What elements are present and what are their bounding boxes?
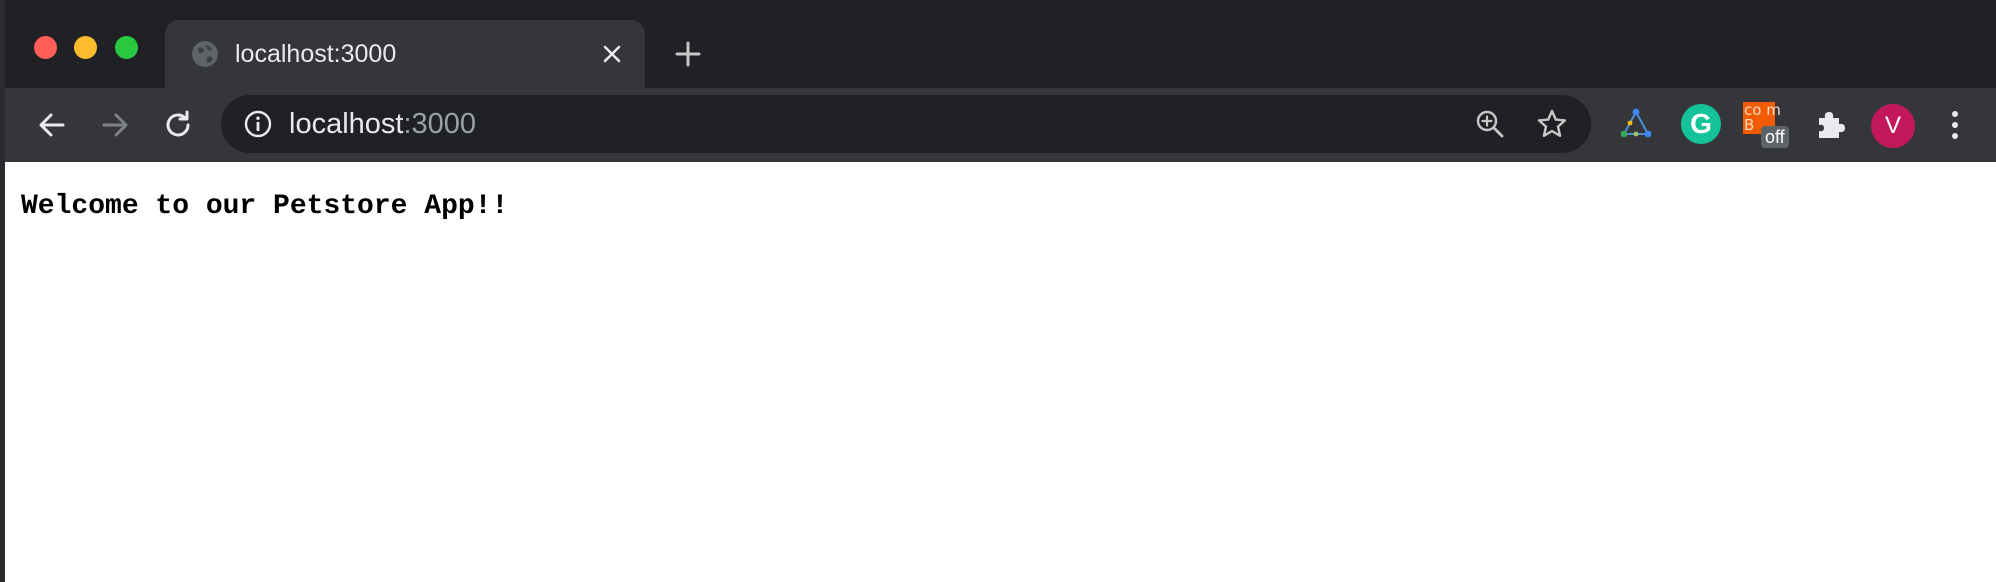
page-content: Welcome to our Petstore App!!	[5, 162, 1996, 582]
maximize-window-button[interactable]	[115, 36, 138, 59]
url-text[interactable]: localhost:3000	[289, 107, 476, 141]
close-window-button[interactable]	[34, 36, 57, 59]
browser-toolbar: localhost:3000 G co m B off V	[5, 88, 1996, 162]
tab-title: localhost:3000	[235, 40, 397, 68]
info-icon[interactable]	[243, 109, 273, 139]
zoom-in-icon[interactable]	[1474, 108, 1506, 140]
reload-button[interactable]	[157, 104, 199, 146]
more-vert-icon[interactable]	[1941, 104, 1969, 146]
close-icon[interactable]	[598, 40, 626, 68]
tab-strip: localhost:3000	[5, 0, 1996, 88]
browser-tab[interactable]: localhost:3000	[165, 20, 645, 88]
extension-status-badge: off	[1761, 126, 1789, 148]
profile-avatar[interactable]: V	[1871, 104, 1915, 148]
grammarly-extension-button[interactable]: G	[1681, 104, 1721, 144]
arrow-right-icon	[102, 113, 128, 137]
puzzle-icon[interactable]	[1810, 104, 1850, 144]
welcome-heading: Welcome to our Petstore App!!	[21, 191, 509, 222]
star-icon[interactable]	[1535, 107, 1569, 141]
globe-icon	[192, 41, 218, 67]
plus-icon[interactable]	[671, 37, 705, 71]
forward-button[interactable]	[94, 104, 136, 146]
url-host: localhost	[289, 108, 404, 140]
reload-icon	[166, 110, 190, 137]
address-bar[interactable]: localhost:3000	[221, 95, 1591, 153]
combo-extension-button[interactable]: co m B off	[1741, 100, 1789, 148]
avatar-initial: V	[1884, 112, 1901, 139]
arrow-left-icon	[39, 113, 65, 137]
back-button[interactable]	[31, 104, 73, 146]
minimize-window-button[interactable]	[74, 36, 97, 59]
triangle-network-icon[interactable]	[1616, 104, 1656, 144]
url-port: :3000	[403, 108, 477, 140]
grammarly-icon: G	[1690, 108, 1712, 139]
